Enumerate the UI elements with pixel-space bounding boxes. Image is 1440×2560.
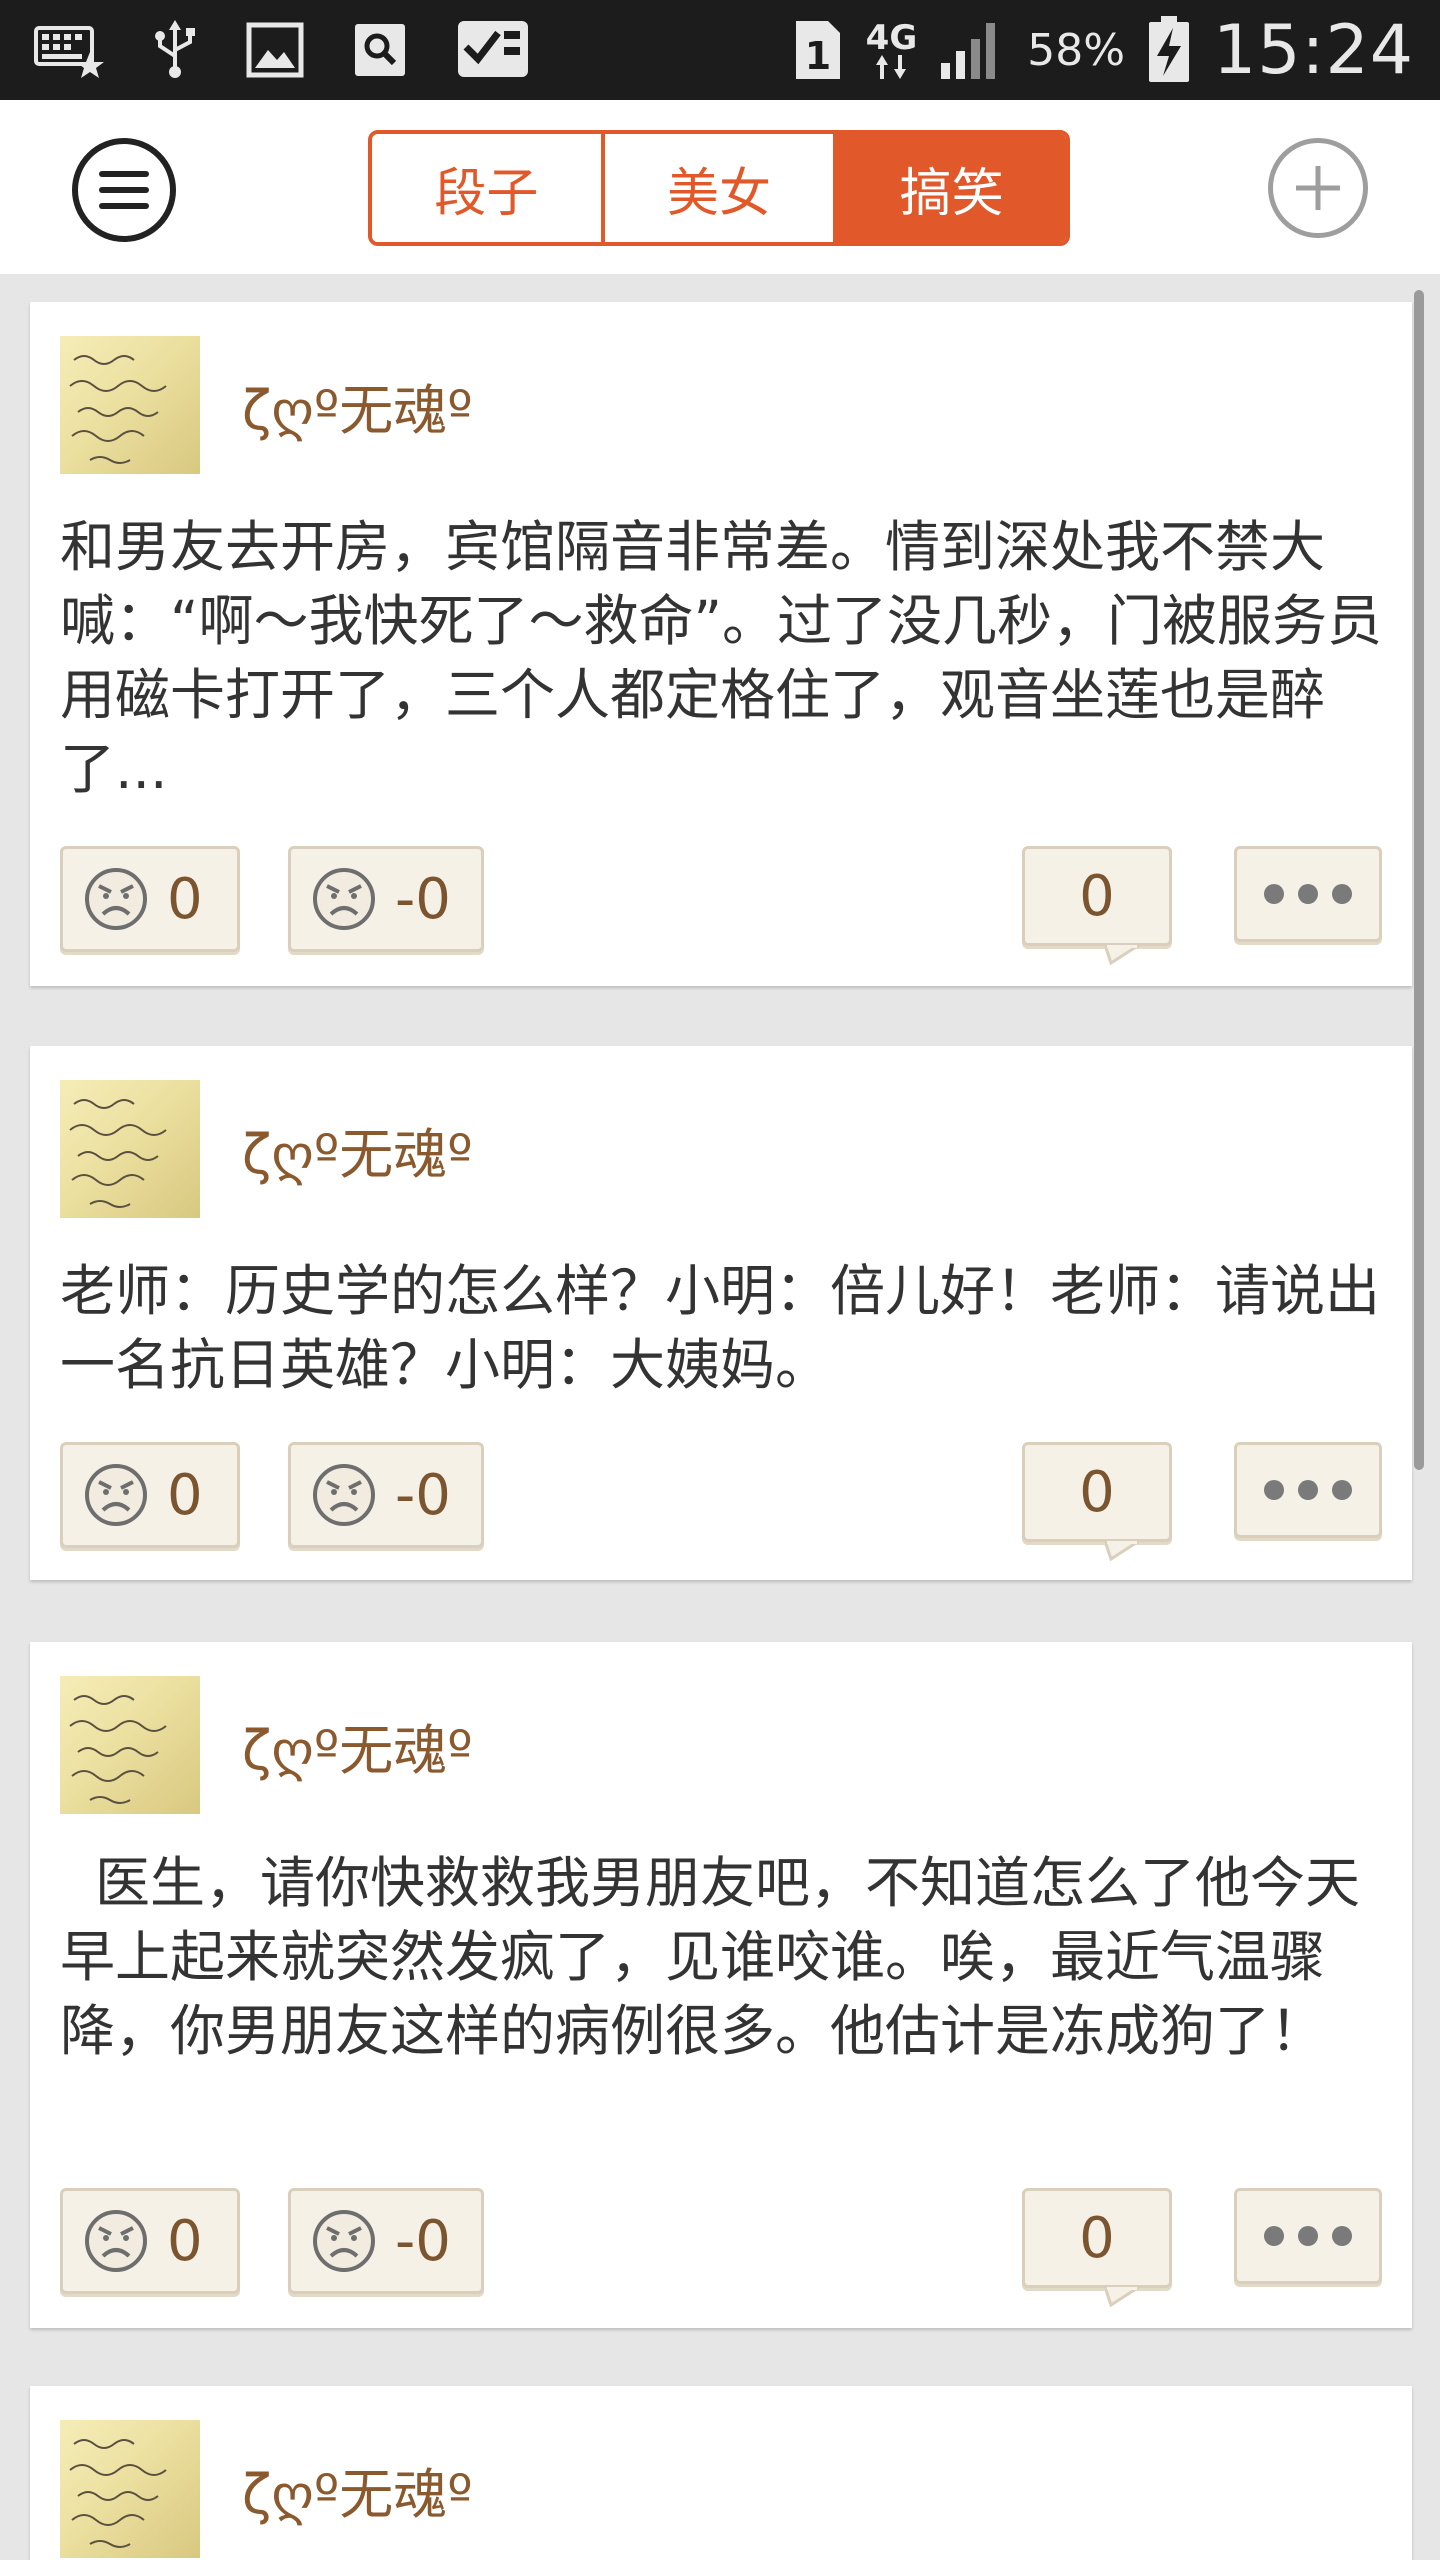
dislike-count: -0 <box>395 2208 451 2274</box>
more-button[interactable] <box>1234 1442 1382 1538</box>
comment-button[interactable]: 0 <box>1022 2188 1172 2307</box>
comment-button[interactable]: 0 <box>1022 846 1172 965</box>
clock: 15:24 <box>1213 10 1414 90</box>
post-header: ζღº无魂º <box>60 336 473 474</box>
network-type-icon: 4G <box>865 18 918 79</box>
post-actions: 0 -0 0 <box>60 846 1382 965</box>
username[interactable]: ζღº无魂º <box>242 2450 473 2529</box>
grumpy-face-icon <box>85 2210 147 2272</box>
avatar[interactable] <box>60 1676 200 1814</box>
grumpy-face-icon <box>313 1464 375 1526</box>
dislike-button[interactable]: -0 <box>288 1442 484 1548</box>
username[interactable]: ζღº无魂º <box>242 1706 473 1785</box>
post-actions: 0 -0 0 <box>60 1442 1382 1561</box>
tab-duanzi[interactable]: 段子 <box>372 134 605 242</box>
signal-icon <box>939 19 1005 81</box>
like-count: 0 <box>167 1462 203 1528</box>
svg-text:1: 1 <box>804 34 830 78</box>
post-header: ζღº无魂º <box>60 1080 473 1218</box>
username[interactable]: ζღº无魂º <box>242 366 473 445</box>
plus-icon <box>1296 166 1340 210</box>
post-header: ζღº无魂º <box>60 2420 473 2558</box>
like-count: 0 <box>167 866 203 932</box>
post-actions: 0 -0 0 <box>60 2188 1382 2307</box>
post-card: ζღº无魂º <box>30 2386 1412 2560</box>
dislike-count: -0 <box>395 1462 451 1528</box>
battery-charging-icon <box>1147 16 1191 84</box>
grumpy-face-icon <box>313 868 375 930</box>
task-check-icon <box>456 19 530 81</box>
grumpy-face-icon <box>85 868 147 930</box>
status-bar: 1 4G 58% 15:24 <box>0 0 1440 100</box>
comment-count: 0 <box>1079 2205 1115 2271</box>
post-card: ζღº无魂º 老师：历史学的怎么样？小明：倍儿好！老师：请说出一名抗日英雄？小明… <box>30 1046 1412 1580</box>
search-document-icon <box>352 21 408 79</box>
avatar[interactable] <box>60 336 200 474</box>
dislike-count: -0 <box>395 866 451 932</box>
more-icon <box>1264 2226 1284 2246</box>
network-type-label: 4G <box>865 18 918 58</box>
like-button[interactable]: 0 <box>60 846 240 952</box>
feed-scrollbar[interactable] <box>1414 290 1424 1470</box>
more-button[interactable] <box>1234 846 1382 942</box>
avatar[interactable] <box>60 1080 200 1218</box>
dislike-button[interactable]: -0 <box>288 2188 484 2294</box>
speech-bubble-tail-icon <box>1105 1541 1139 1561</box>
keyboard-icon <box>34 22 104 78</box>
like-count: 0 <box>167 2208 203 2274</box>
comment-count: 0 <box>1079 1459 1115 1525</box>
more-icon <box>1264 884 1284 904</box>
menu-icon <box>99 171 149 177</box>
add-post-button[interactable] <box>1268 138 1368 238</box>
comment-count: 0 <box>1079 863 1115 929</box>
gallery-icon <box>246 22 304 78</box>
grumpy-face-icon <box>313 2210 375 2272</box>
top-header: 段子 美女 搞笑 <box>0 100 1440 274</box>
sim-icon: 1 <box>792 17 844 83</box>
more-icon <box>1264 1480 1284 1500</box>
notification-icons <box>34 19 578 81</box>
post-feed[interactable]: ζღº无魂º 和男友去开房，宾馆隔音非常差。情到深处我不禁大喊：“啊～我快死了～… <box>0 274 1440 2560</box>
avatar[interactable] <box>60 2420 200 2558</box>
grumpy-face-icon <box>85 1464 147 1526</box>
post-card: ζღº无魂º 医生，请你快救救我男朋友吧，不知道怎么了他今天早上起来就突然发疯了… <box>30 1642 1412 2328</box>
system-indicators: 1 4G 58% 15:24 <box>770 11 1414 90</box>
post-text: 医生，请你快救救我男朋友吧，不知道怎么了他今天早上起来就突然发疯了，见谁咬谁。唉… <box>60 1851 1360 2063</box>
dislike-button[interactable]: -0 <box>288 846 484 952</box>
battery-percent: 58% <box>1027 24 1126 76</box>
comment-button[interactable]: 0 <box>1022 1442 1172 1561</box>
post-card: ζღº无魂º 和男友去开房，宾馆隔音非常差。情到深处我不禁大喊：“啊～我快死了～… <box>30 302 1412 986</box>
menu-button[interactable] <box>72 138 176 242</box>
category-tabs: 段子 美女 搞笑 <box>368 130 1070 246</box>
username[interactable]: ζღº无魂º <box>242 1110 473 1189</box>
speech-bubble-tail-icon <box>1105 2287 1139 2307</box>
post-header: ζღº无魂º <box>60 1676 473 1814</box>
more-button[interactable] <box>1234 2188 1382 2284</box>
like-button[interactable]: 0 <box>60 2188 240 2294</box>
like-button[interactable]: 0 <box>60 1442 240 1548</box>
tab-gaoxiao[interactable]: 搞笑 <box>837 134 1066 242</box>
usb-icon <box>152 20 198 80</box>
post-text: 老师：历史学的怎么样？小明：倍儿好！老师：请说出一名抗日英雄？小明：大姨妈。 <box>60 1259 1381 1397</box>
post-text: 和男友去开房，宾馆隔音非常差。情到深处我不禁大喊：“啊～我快死了～救命”。过了没… <box>60 515 1382 801</box>
speech-bubble-tail-icon <box>1105 945 1139 965</box>
tab-meinv[interactable]: 美女 <box>604 134 838 242</box>
